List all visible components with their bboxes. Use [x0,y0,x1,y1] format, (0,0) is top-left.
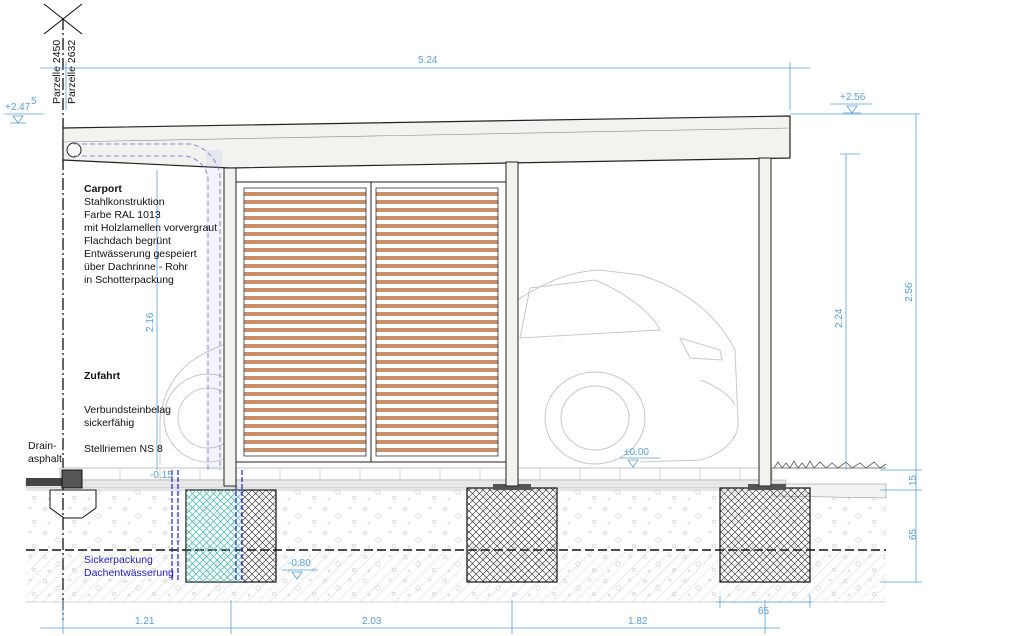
dimension-total-height: 2.56 [790,113,920,470]
post-left [223,167,237,487]
carport-section-drawing: Parzelle 2450 Parzelle 2632 +2.47 5 +2.5… [4,3,922,634]
svg-text:5: 5 [31,96,37,107]
post-middle [505,161,519,487]
sickerpackung-gravel [186,490,241,582]
carport-title: Carport [84,183,122,195]
svg-text:asphalt: asphalt [28,453,62,465]
svg-text:in Schotterpackung: in Schotterpackung [84,274,174,286]
level-marker-zero: ±0.00 [620,447,660,468]
svg-text:+2.47: +2.47 [5,102,31,113]
svg-text:1.82: 1.82 [628,616,648,627]
svg-text:Verbundsteinbelag: Verbundsteinbelag [84,404,171,416]
svg-text:über Dachrinne - Rohr: über Dachrinne - Rohr [84,261,188,273]
svg-text:mit Holzlamellen vorvergraut: mit Holzlamellen vorvergraut [84,222,217,234]
svg-text:15: 15 [908,474,919,486]
svg-text:2.16: 2.16 [145,312,156,332]
svg-text:Drain-: Drain- [28,440,57,452]
parcel-label-right: Parzelle 2632 [66,40,78,104]
dimension-total-width: 5.24 [40,55,810,110]
svg-text:Stahlkonstruktion: Stahlkonstruktion [84,196,165,208]
svg-text:Flachdach begrünt: Flachdach begrünt [84,235,171,247]
dimension-bottom: 1.21 2.03 1.82 [40,600,780,634]
level-marker-minus-small: -0.15 [150,470,173,481]
svg-text:2.56: 2.56 [904,282,915,302]
svg-text:Entwässerung gespeiert: Entwässerung gespeiert [84,248,197,260]
post-right [758,157,772,487]
foundation-3 [719,487,811,583]
svg-text:-0.15: -0.15 [150,470,173,481]
parcel-label-left: Parzelle 2450 [51,40,63,104]
svg-text:1.21: 1.21 [135,616,155,627]
zufahrt-description: Zufahrt Verbundsteinbelag sickerfähig St… [84,370,171,455]
foundation-2 [466,487,558,583]
svg-text:2.24: 2.24 [834,308,845,328]
svg-text:+2.56: +2.56 [840,92,866,103]
carport-description: Carport Stahlkonstruktion Farbe RAL 1013… [84,183,217,286]
carport-roof [62,115,791,169]
svg-text:5.24: 5.24 [418,55,438,66]
level-marker-left: +2.47 5 [4,96,44,124]
svg-text:±0.00: ±0.00 [624,447,649,458]
svg-text:-0.80: -0.80 [288,558,311,569]
zufahrt-title: Zufahrt [84,370,121,382]
svg-text:Farbe RAL 1013: Farbe RAL 1013 [84,209,161,221]
svg-text:Dachentwässerung: Dachentwässerung [84,567,174,579]
level-marker-right: +2.56 [830,92,872,114]
svg-text:sickerfähig: sickerfähig [84,417,134,429]
svg-text:Stellriemen NS 8: Stellriemen NS 8 [84,443,163,455]
svg-text:2.03: 2.03 [362,616,382,627]
dimension-post-height-right: 2.24 [834,153,860,470]
svg-text:65: 65 [758,606,770,617]
drain-asphalt-label: Drain- asphalt [28,440,62,465]
svg-text:65: 65 [908,528,919,540]
wood-louvre-panel [235,181,507,463]
svg-text:Sickerpackung: Sickerpackung [84,554,153,566]
